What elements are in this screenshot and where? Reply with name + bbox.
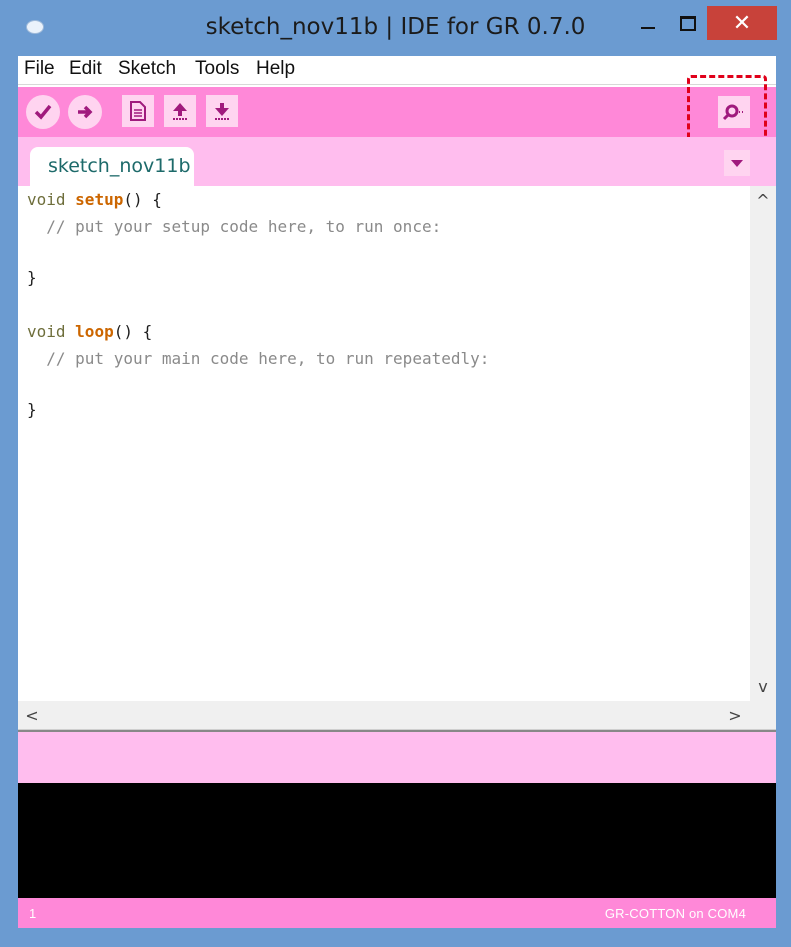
tab-label: sketch_nov11b — [48, 155, 191, 177]
minimize-icon — [641, 27, 655, 29]
new-icon — [130, 101, 146, 121]
code-line-loop: void loop() { — [27, 322, 152, 341]
setup-close: } — [27, 268, 37, 287]
scroll-down-icon[interactable]: v — [753, 676, 773, 696]
scroll-left-icon[interactable]: < — [22, 705, 42, 725]
menu-file[interactable]: File — [24, 58, 55, 80]
menu-sketch[interactable]: Sketch — [118, 58, 176, 80]
minimize-button[interactable] — [628, 6, 668, 40]
console-output[interactable] — [18, 783, 776, 898]
setup-keyword: void — [27, 190, 66, 209]
status-board-port: GR-COTTON on COM4 — [604, 906, 746, 921]
client-area: File Edit Sketch Tools Help sketch_nov11… — [18, 56, 776, 928]
upload-icon — [78, 105, 93, 119]
save-button[interactable] — [206, 95, 238, 127]
highlight-box — [687, 75, 767, 143]
loop-function: loop — [75, 322, 114, 341]
toolbar — [18, 75, 776, 143]
verify-icon — [34, 104, 52, 120]
ide-window: sketch_nov11b | IDE for GR 0.7.0 ✕ File … — [0, 0, 791, 947]
upload-button[interactable] — [68, 95, 102, 129]
save-icon — [215, 103, 229, 120]
setup-open: () { — [123, 190, 162, 209]
status-bar: 1 GR-COTTON on COM4 — [18, 898, 776, 928]
loop-open: () { — [113, 322, 153, 341]
code-line-1: void setup() { — [27, 190, 162, 209]
message-area — [18, 732, 776, 783]
close-icon: ✕ — [732, 10, 752, 36]
loop-keyword: void — [27, 322, 66, 341]
tab-sketch[interactable]: sketch_nov11b — [30, 147, 194, 186]
close-button[interactable]: ✕ — [707, 6, 777, 40]
maximize-icon — [680, 15, 696, 31]
new-button[interactable] — [122, 95, 154, 127]
title-bar[interactable]: sketch_nov11b | IDE for GR 0.7.0 ✕ — [0, 0, 791, 56]
code-editor[interactable]: void setup() { // put your setup code he… — [18, 186, 750, 701]
chevron-down-icon — [731, 160, 743, 167]
open-button[interactable] — [164, 95, 196, 127]
status-line-number: 1 — [29, 906, 37, 921]
horizontal-scrollbar[interactable]: < > — [18, 701, 776, 730]
vertical-scrollbar[interactable]: ^ v — [750, 186, 776, 701]
tab-menu-button[interactable] — [724, 150, 750, 176]
menu-edit[interactable]: Edit — [69, 58, 102, 80]
setup-comment: // put your setup code here, to run once… — [27, 217, 442, 236]
menu-tools[interactable]: Tools — [195, 58, 239, 80]
scroll-up-icon[interactable]: ^ — [753, 190, 773, 210]
loop-close: } — [27, 400, 37, 419]
setup-function: setup — [75, 190, 124, 209]
tab-bar: sketch_nov11b — [18, 137, 776, 186]
maximize-button[interactable] — [670, 6, 706, 40]
scroll-right-icon[interactable]: > — [725, 705, 745, 725]
menu-help[interactable]: Help — [256, 58, 295, 80]
menu-bar: File Edit Sketch Tools Help — [18, 56, 776, 85]
loop-comment: // put your main code here, to run repea… — [27, 349, 490, 368]
verify-button[interactable] — [26, 95, 60, 129]
open-icon — [173, 103, 187, 120]
